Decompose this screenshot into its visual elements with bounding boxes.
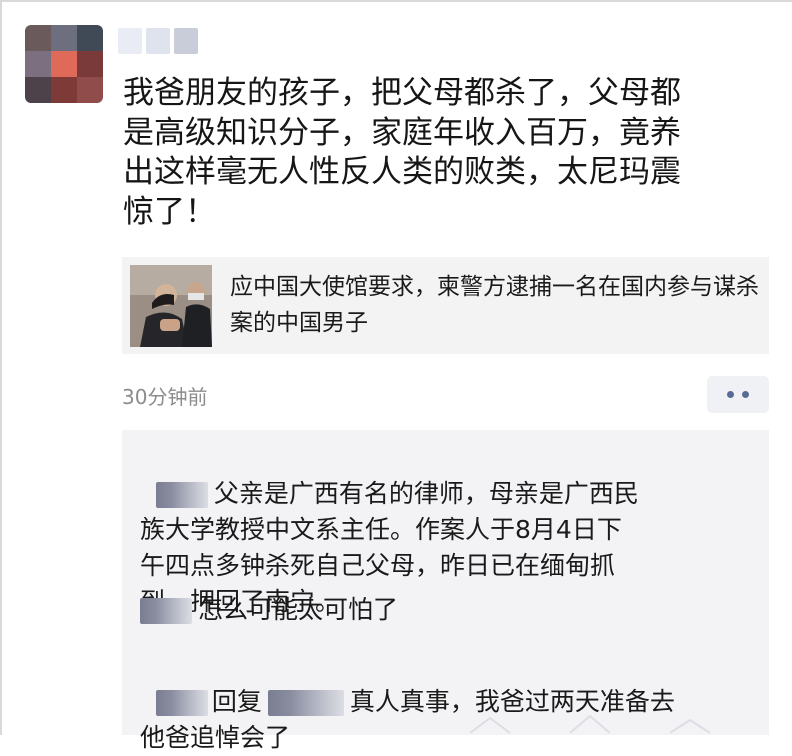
reply-word: 回复	[211, 687, 262, 716]
commenter-name-blurred[interactable]	[155, 482, 208, 508]
reply-target-blurred[interactable]	[267, 690, 344, 716]
more-actions-button[interactable]	[707, 376, 769, 413]
more-dots-icon	[727, 391, 734, 398]
more-dots-icon	[742, 391, 749, 398]
commenter-name-blurred[interactable]	[155, 690, 208, 716]
frame-border-top	[0, 0, 792, 2]
link-thumbnail	[130, 265, 212, 347]
post-timestamp: 30分钟前	[122, 385, 208, 409]
frame-border-left	[0, 0, 2, 735]
comment-text: 怎么可能太可怕了	[198, 595, 399, 624]
avatar[interactable]	[25, 25, 103, 103]
shared-link-card[interactable]: 应中国大使馆要求，柬警方逮捕一名在国内参与谋杀案的中国男子	[122, 257, 769, 354]
username-blurred[interactable]	[118, 28, 198, 54]
link-title: 应中国大使馆要求，柬警方逮捕一名在国内参与谋杀案的中国男子	[230, 274, 759, 336]
comment-item[interactable]: 回复 真人真事，我爸过两天准备去 他爸追悼会了	[140, 648, 750, 756]
commenter-name-blurred[interactable]	[140, 598, 192, 624]
post-text: 我爸朋友的孩子，把父母都杀了，父母都 是高级知识分子，家庭年收入百万，竟养 出这…	[123, 75, 681, 230]
comment-item[interactable]: 怎么可能太可怕了	[140, 592, 750, 628]
watermark	[469, 714, 711, 734]
